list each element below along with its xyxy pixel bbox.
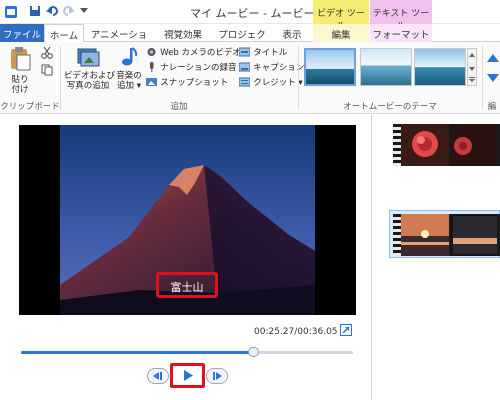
edit-group-label: 編 xyxy=(487,102,497,112)
microphone-icon xyxy=(150,62,154,72)
seek-bar-progress xyxy=(21,351,254,354)
storyboard-pane xyxy=(373,115,500,400)
copy-icon[interactable] xyxy=(41,64,53,76)
add-music-button[interactable]: 音楽の 追加 ▾ xyxy=(114,46,144,98)
paste-icon xyxy=(11,47,31,71)
seek-bar[interactable] xyxy=(21,351,353,354)
tab-format[interactable]: フォーマット xyxy=(370,24,432,42)
text-tools-header: テキスト ツール xyxy=(370,0,432,32)
add-group-label: 追加 xyxy=(170,102,188,112)
play-button[interactable] xyxy=(170,363,205,388)
title-label: タイトル xyxy=(253,48,288,58)
clip-roses[interactable] xyxy=(393,124,500,166)
music-note-icon xyxy=(122,47,138,66)
edit-rotate-icon[interactable] xyxy=(487,52,499,64)
save-icon[interactable] xyxy=(29,5,41,17)
video-tools-header: ビデオ ツール xyxy=(313,0,369,32)
add-video-photos-label-1: ビデオおよび xyxy=(64,71,116,81)
next-frame-button[interactable] xyxy=(206,368,228,384)
quick-access-dropdown-icon[interactable] xyxy=(80,8,88,14)
roses-thumbnail xyxy=(401,124,500,166)
clipboard-group-label: クリップボード xyxy=(0,102,60,112)
webcam-video-button[interactable]: Web カメラのビデオ xyxy=(146,47,241,58)
paste-label-2: 付け xyxy=(11,85,29,95)
video-caption-text[interactable]: 富士山 xyxy=(159,279,215,295)
paste-button[interactable]: 貼り 付け xyxy=(6,46,34,96)
film-sprocket xyxy=(393,214,401,256)
credits-button[interactable]: クレジット ▾ xyxy=(239,77,303,88)
edit-rotate-icon-2[interactable] xyxy=(487,72,499,84)
theme-thumbnail-1[interactable] xyxy=(304,48,356,86)
playback-timecode: 00:25.27/00:36.05 xyxy=(254,327,338,337)
snapshot-icon xyxy=(146,78,157,86)
gallery-more-icon xyxy=(469,53,475,82)
title-icon xyxy=(239,47,250,57)
paste-label-1: 貼り xyxy=(11,75,29,85)
film-sprocket xyxy=(393,124,401,166)
previous-frame-button[interactable] xyxy=(147,368,169,384)
add-music-label-1: 音楽の xyxy=(116,71,142,81)
clip-selected[interactable] xyxy=(389,210,500,258)
tab-home[interactable]: ホーム xyxy=(44,24,84,43)
caption-highlight: 富士山 xyxy=(156,272,218,298)
redo-icon[interactable] xyxy=(63,5,75,17)
tab-animations[interactable]: アニメーション xyxy=(86,24,152,55)
record-narration-button[interactable]: ナレーションの録音 ▾ xyxy=(146,62,244,73)
title-button[interactable]: タイトル xyxy=(239,47,287,58)
add-music-label-2: 追加 ▾ xyxy=(117,81,141,91)
caption-button[interactable]: キャプション xyxy=(239,62,304,73)
tab-visual-effects[interactable]: 視覚効果 xyxy=(158,24,208,42)
theme-gallery-scroll[interactable] xyxy=(467,48,477,86)
theme-thumbnail-2[interactable] xyxy=(360,48,412,86)
tab-edit[interactable]: 編集 xyxy=(313,24,369,42)
sunset-thumbnail xyxy=(401,214,497,256)
themes-group-label: オートムービーのテーマ xyxy=(343,102,437,112)
webcam-video-label: Web カメラのビデオ xyxy=(160,48,241,58)
snapshot-button[interactable]: スナップショット xyxy=(146,77,228,88)
add-video-photos-label-2: 写真の追加 xyxy=(66,81,110,91)
clip-sunset[interactable] xyxy=(393,214,500,256)
ribbon: 貼り 付け クリップボード ビデオおよび 写真の追加 音楽の 追加 ▾ Web … xyxy=(0,42,500,114)
cut-icon[interactable] xyxy=(41,47,53,59)
snapshot-label: スナップショット xyxy=(160,78,229,88)
credits-label: クレジット ▾ xyxy=(253,78,303,88)
tab-view[interactable]: 表示 xyxy=(276,24,308,42)
group-divider xyxy=(482,46,483,110)
undo-icon[interactable] xyxy=(46,5,58,17)
fullscreen-icon[interactable] xyxy=(340,324,352,336)
credits-icon xyxy=(239,77,250,87)
record-narration-label: ナレーションの録音 ▾ xyxy=(160,63,244,73)
app-icon[interactable] xyxy=(4,5,18,19)
webcam-icon xyxy=(147,48,156,56)
add-video-photos-button[interactable]: ビデオおよび 写真の追加 xyxy=(64,46,116,98)
ribbon-tab-row: ファイル ホーム アニメーション 視覚効果 プロジェクト 表示 編集 フォーマッ… xyxy=(0,24,500,55)
caption-icon xyxy=(239,62,250,72)
caption-label: キャプション xyxy=(253,63,305,73)
tab-file[interactable]: ファイル xyxy=(0,24,44,42)
theme-thumbnail-3[interactable] xyxy=(414,48,466,86)
play-icon xyxy=(184,370,193,381)
tab-project[interactable]: プロジェクト xyxy=(214,24,270,55)
video-photo-icon xyxy=(77,48,100,67)
